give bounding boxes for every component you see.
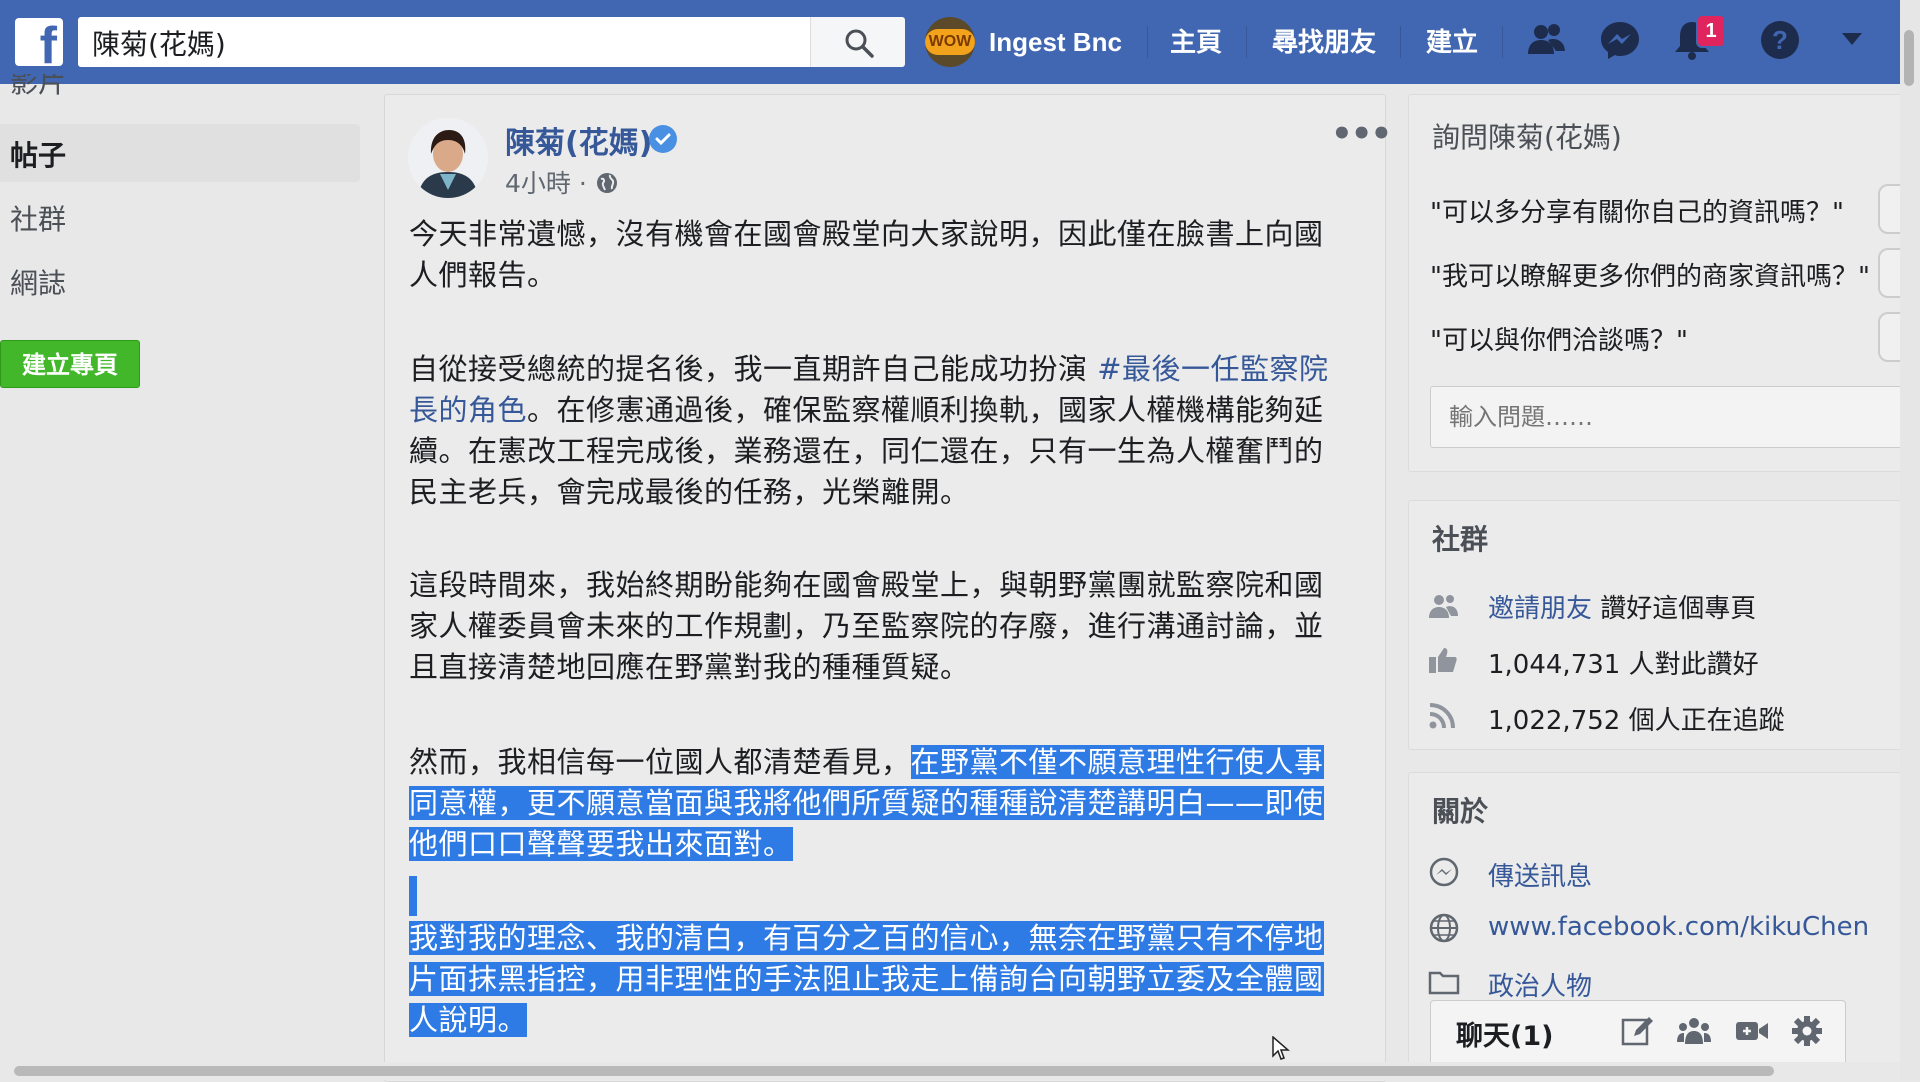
invite-friends-icon — [1429, 595, 1458, 618]
meta-separator: · — [578, 169, 587, 198]
friends-icon[interactable] — [1524, 18, 1568, 62]
post-paragraph-3: 這段時間來，我始終期盼能夠在國會殿堂上，與朝野黨團就監察院和國家人權委員會未來的… — [409, 568, 1324, 684]
messenger-icon[interactable] — [1598, 18, 1642, 62]
profile-link[interactable]: WOW Ingest Bnc — [925, 16, 1122, 68]
sidebar-item-videos[interactable]: 影片 — [10, 74, 66, 102]
sidebar-item-notes[interactable]: 網誌 — [10, 262, 66, 302]
followers-count: 1,022,752 個人正在追蹤 — [1488, 706, 1785, 736]
facebook-logo-icon[interactable]: f — [15, 18, 63, 66]
messenger-outline-icon — [1429, 857, 1459, 887]
invite-friends-row: 邀請朋友 讚好這個專頁 — [1488, 588, 1756, 625]
rss-follow-icon — [1429, 703, 1455, 729]
about-title: 關於 — [1432, 795, 1489, 828]
compose-icon[interactable] — [1620, 1014, 1654, 1048]
like-thumb-icon — [1429, 648, 1457, 673]
nav-home-link[interactable]: 主頁 — [1170, 22, 1222, 59]
ask-suggestion-3[interactable]: "可以與你們洽談嗎？" — [1430, 320, 1688, 357]
post-meta: 4小時 · — [505, 164, 619, 200]
invite-friends-link[interactable]: 邀請朋友 — [1488, 594, 1592, 624]
svg-text:?: ? — [1772, 25, 1788, 55]
author-photo — [408, 118, 488, 198]
send-message-link[interactable]: 傳送訊息 — [1488, 856, 1592, 893]
post-author-name[interactable]: 陳菊(花媽) — [505, 118, 652, 162]
notification-badge: 1 — [1696, 14, 1726, 48]
sidebar-item-posts[interactable]: 帖子 — [10, 134, 66, 174]
account-menu-icon[interactable] — [1840, 30, 1864, 50]
new-group-icon[interactable] — [1676, 1014, 1712, 1048]
ask-suggestion-1[interactable]: "可以多分享有關你自己的資訊嗎？" — [1430, 192, 1844, 229]
search-input[interactable] — [90, 21, 874, 65]
paragraph-text: 自從接受總統的提名後，我一直期許自己能成功扮演 — [409, 352, 1098, 386]
avatar-badge: WOW — [925, 29, 975, 55]
website-link[interactable]: www.facebook.com/kikuChen — [1488, 912, 1869, 942]
help-icon[interactable]: ? — [1758, 18, 1802, 62]
video-call-icon[interactable] — [1734, 1014, 1770, 1048]
nav-divider — [1502, 26, 1503, 58]
post-paragraph-2: 自從接受總統的提名後，我一直期許自己能成功扮演 #最後一任監察院長的角色。在修憲… — [409, 349, 1341, 513]
likes-count: 1,044,731 人對此讚好 — [1488, 650, 1759, 680]
community-title: 社群 — [1432, 523, 1489, 556]
folder-icon — [1428, 971, 1460, 995]
vertical-scroll-thumb[interactable] — [1904, 30, 1914, 86]
settings-icon[interactable] — [1790, 1014, 1824, 1048]
vertical-scrollbar[interactable] — [1900, 0, 1920, 1080]
ask-suggestion-2[interactable]: "我可以瞭解更多你們的商家資訊嗎？" — [1430, 256, 1870, 293]
mouse-cursor-icon — [1272, 1036, 1290, 1060]
verified-badge-icon — [649, 125, 677, 153]
search-button[interactable] — [810, 17, 905, 67]
post-paragraph-5: 我對我的理念、我的清白，有百分之百的信心，無奈在野黨只有不停地片面抹黑指控，用非… — [409, 918, 1341, 1041]
nav-divider — [1147, 26, 1148, 58]
create-page-button[interactable]: 建立專頁 — [0, 340, 140, 388]
sidebar-item-community[interactable]: 社群 — [10, 198, 66, 238]
post-paragraph-4: 然而，我相信每一位國人都清楚看見，在野黨不僅不願意理性行使人事同意權，更不願意當… — [409, 742, 1341, 865]
selected-blank-line — [409, 876, 417, 916]
nav-divider — [1400, 26, 1401, 58]
post-options-button[interactable]: ••• — [1331, 114, 1392, 154]
paragraph-text: 然而，我相信每一位國人都清楚看見， — [409, 745, 911, 779]
ask-question-input[interactable] — [1430, 386, 1920, 448]
nav-create-link[interactable]: 建立 — [1426, 22, 1478, 59]
horizontal-scroll-thumb[interactable] — [14, 1066, 1774, 1076]
ask-title: 詢問陳菊(花媽) — [1432, 121, 1622, 154]
selected-text: 我對我的理念、我的清白，有百分之百的信心，無奈在野黨只有不停地片面抹黑指控，用非… — [409, 921, 1324, 1037]
chat-title[interactable]: 聊天(1) — [1456, 1014, 1553, 1053]
globe-icon — [1429, 913, 1459, 943]
search-box — [78, 17, 904, 67]
profile-name: Ingest Bnc — [989, 26, 1122, 57]
post-author-avatar[interactable] — [408, 118, 488, 198]
post-timestamp[interactable]: 4小時 — [505, 169, 571, 198]
post-paragraph-1: 今天非常遺憾，沒有機會在國會殿堂向大家說明，因此僅在臉書上向國人們報告。 — [409, 217, 1324, 292]
nav-find-friends-link[interactable]: 尋找朋友 — [1272, 22, 1376, 59]
search-icon — [845, 29, 874, 58]
nav-divider — [1246, 26, 1247, 58]
profile-avatar: WOW — [925, 17, 975, 67]
invite-friends-text: 讚好這個專頁 — [1600, 594, 1757, 624]
category-link[interactable]: 政治人物 — [1488, 966, 1592, 1003]
paragraph-text: 。在修憲通過後，確保監察權順利換軌，國家人權機構能夠延續。在憲改工程完成後，業務… — [409, 393, 1324, 509]
globe-icon — [596, 173, 617, 193]
